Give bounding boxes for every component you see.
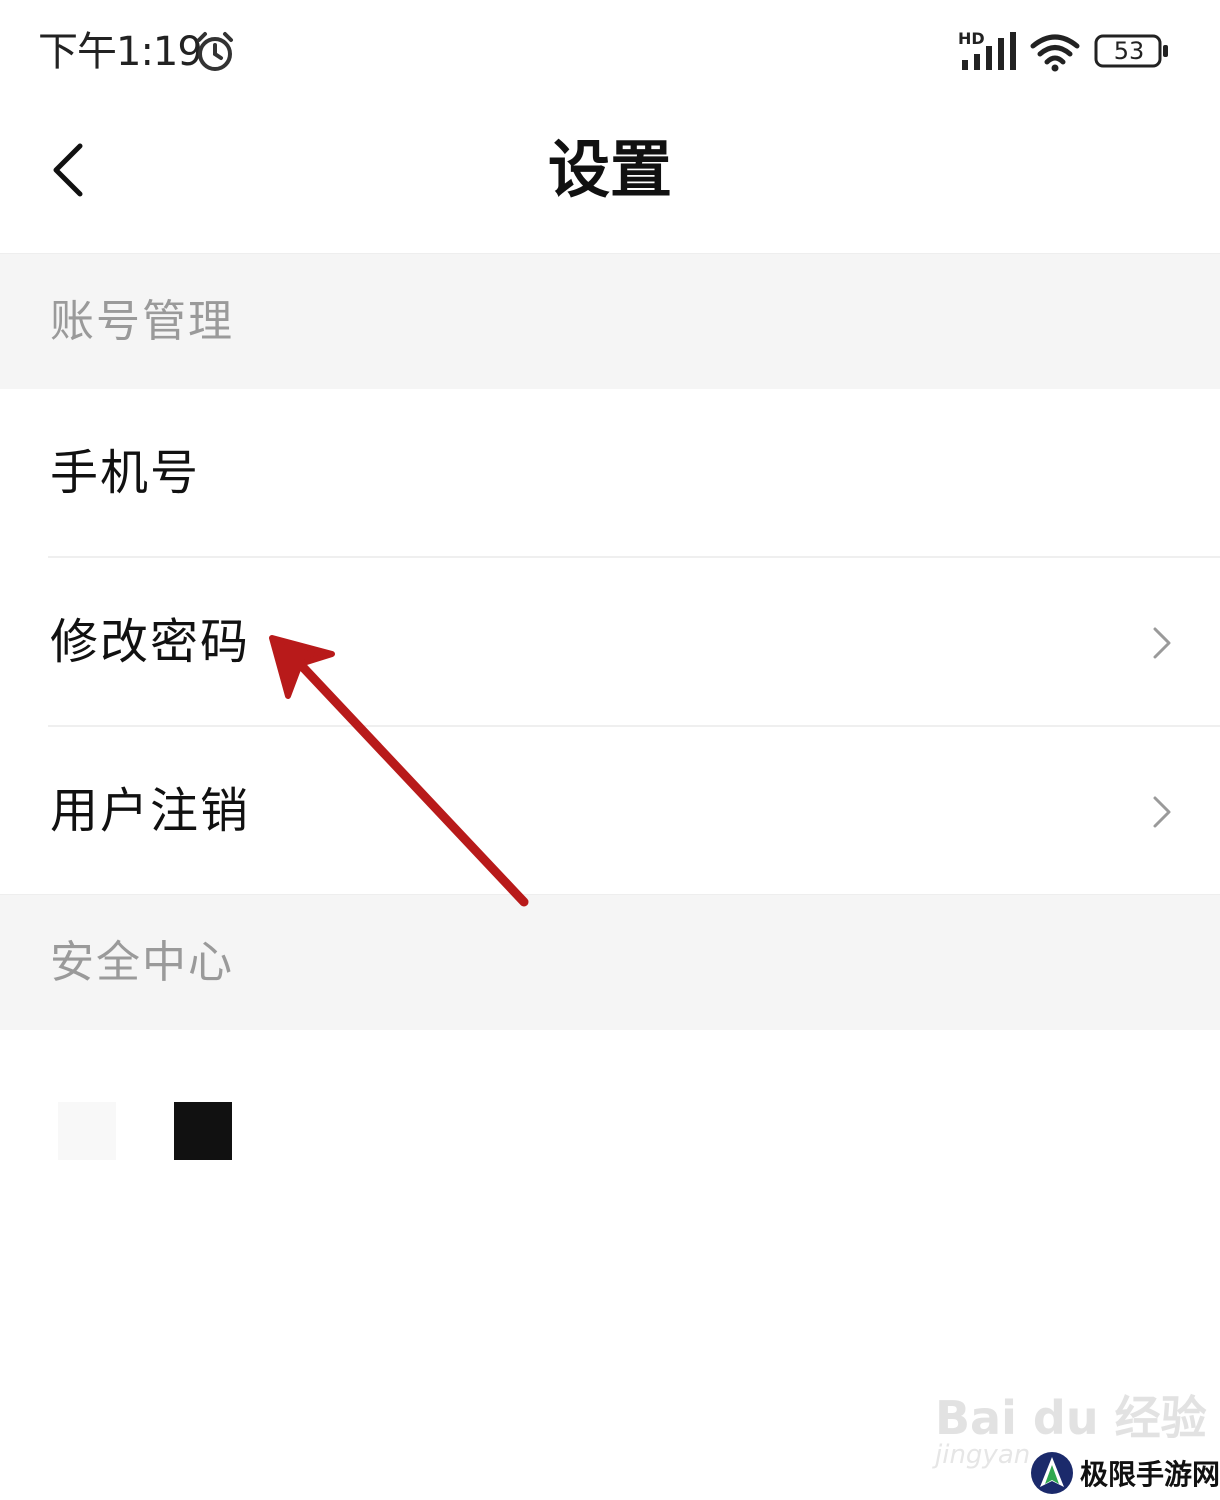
- title-bar: 设置: [0, 100, 1220, 253]
- list-item-label: 修改密码: [50, 614, 251, 670]
- cellular-signal-icon: [962, 32, 1016, 70]
- list-item-change-password[interactable]: 修改密码: [0, 558, 1220, 726]
- status-time: 下午1:19: [38, 29, 203, 75]
- redaction-block: [174, 1102, 232, 1160]
- alarm-clock-icon: [197, 32, 233, 71]
- section-header-security: 安全中心: [0, 894, 1220, 1031]
- status-bar: 下午1:19 HD 53: [0, 0, 1220, 100]
- list-item-deregister-account[interactable]: 用户注销: [0, 727, 1220, 895]
- baidu-watermark: Bai du 经验: [935, 1391, 1207, 1445]
- site-watermark: 极限手游网: [1030, 1448, 1220, 1498]
- list-item-label: 用户注销: [50, 783, 251, 839]
- section-title-account: 账号管理: [50, 296, 234, 347]
- blurred-placeholder: [58, 1102, 116, 1160]
- site-name: 极限手游网: [1080, 1458, 1220, 1491]
- chevron-right-icon: [1153, 627, 1171, 659]
- list-item-label: 手机号: [50, 445, 201, 501]
- battery-level: 53: [1113, 37, 1145, 65]
- chevron-right-icon: [1153, 796, 1171, 828]
- wifi-icon: [1030, 34, 1080, 72]
- list-item-phone-number[interactable]: 手机号: [0, 389, 1220, 557]
- section-title-security: 安全中心: [50, 937, 234, 988]
- section-header-account: 账号管理: [0, 253, 1220, 390]
- page-title: 设置: [547, 133, 672, 206]
- jingyan-watermark: jingyan: [935, 1440, 1031, 1470]
- site-logo-icon: [1031, 1452, 1073, 1494]
